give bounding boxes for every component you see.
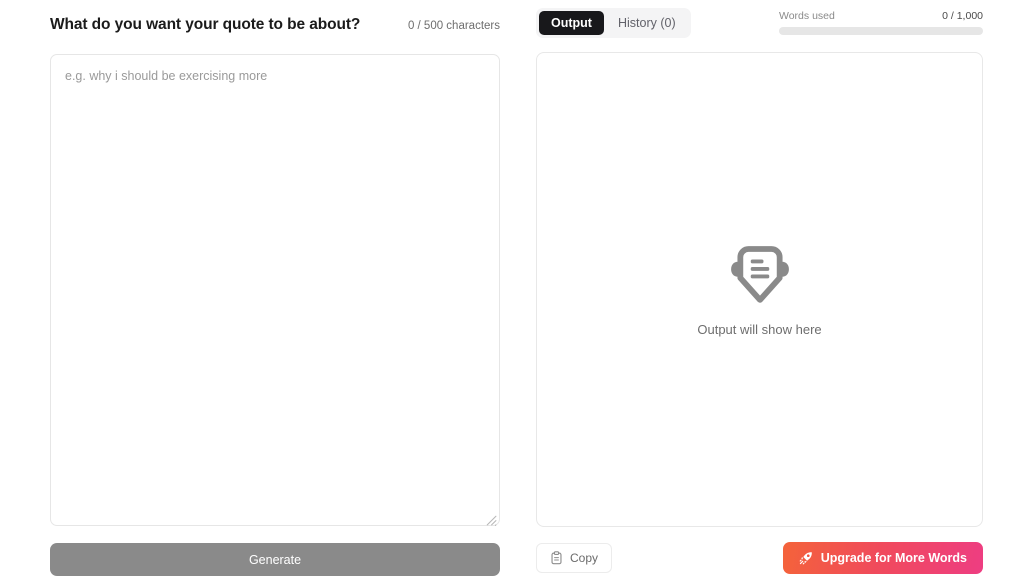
output-header: Output History (0) Words used 0 / 1,000 (536, 0, 983, 46)
rocket-icon (799, 552, 812, 565)
output-tabs: Output History (0) (536, 8, 691, 38)
words-used-value: 0 / 1,000 (942, 10, 983, 22)
upgrade-button-label: Upgrade for More Words (820, 551, 967, 565)
output-pane: Output History (0) Words used 0 / 1,000 (536, 0, 983, 576)
words-used-meter: Words used 0 / 1,000 (779, 10, 983, 35)
output-panel: Output will show here (536, 52, 983, 527)
generate-button[interactable]: Generate (50, 543, 500, 576)
words-used-progress-track (779, 27, 983, 35)
words-used-label: Words used (779, 10, 835, 22)
output-empty-state: Output will show here (697, 234, 822, 337)
prompt-input[interactable] (50, 54, 500, 526)
output-badge-icon (730, 246, 789, 303)
copy-button[interactable]: Copy (536, 543, 613, 573)
output-empty-text: Output will show here (697, 322, 822, 337)
character-counter: 0 / 500 characters (407, 20, 500, 32)
tab-history[interactable]: History (0) (606, 11, 688, 35)
words-used-row: Words used 0 / 1,000 (779, 10, 983, 22)
prompt-header: What do you want your quote to be about?… (50, 0, 500, 44)
output-actions: Copy Upgrade for More Words (536, 540, 983, 576)
page-title: What do you want your quote to be about? (50, 16, 361, 33)
copy-button-label: Copy (570, 551, 599, 565)
quote-generator-app: What do you want your quote to be about?… (0, 0, 1024, 576)
tab-output[interactable]: Output (539, 11, 604, 35)
prompt-pane: What do you want your quote to be about?… (50, 0, 500, 576)
upgrade-button[interactable]: Upgrade for More Words (782, 542, 983, 574)
clipboard-icon (551, 551, 562, 565)
